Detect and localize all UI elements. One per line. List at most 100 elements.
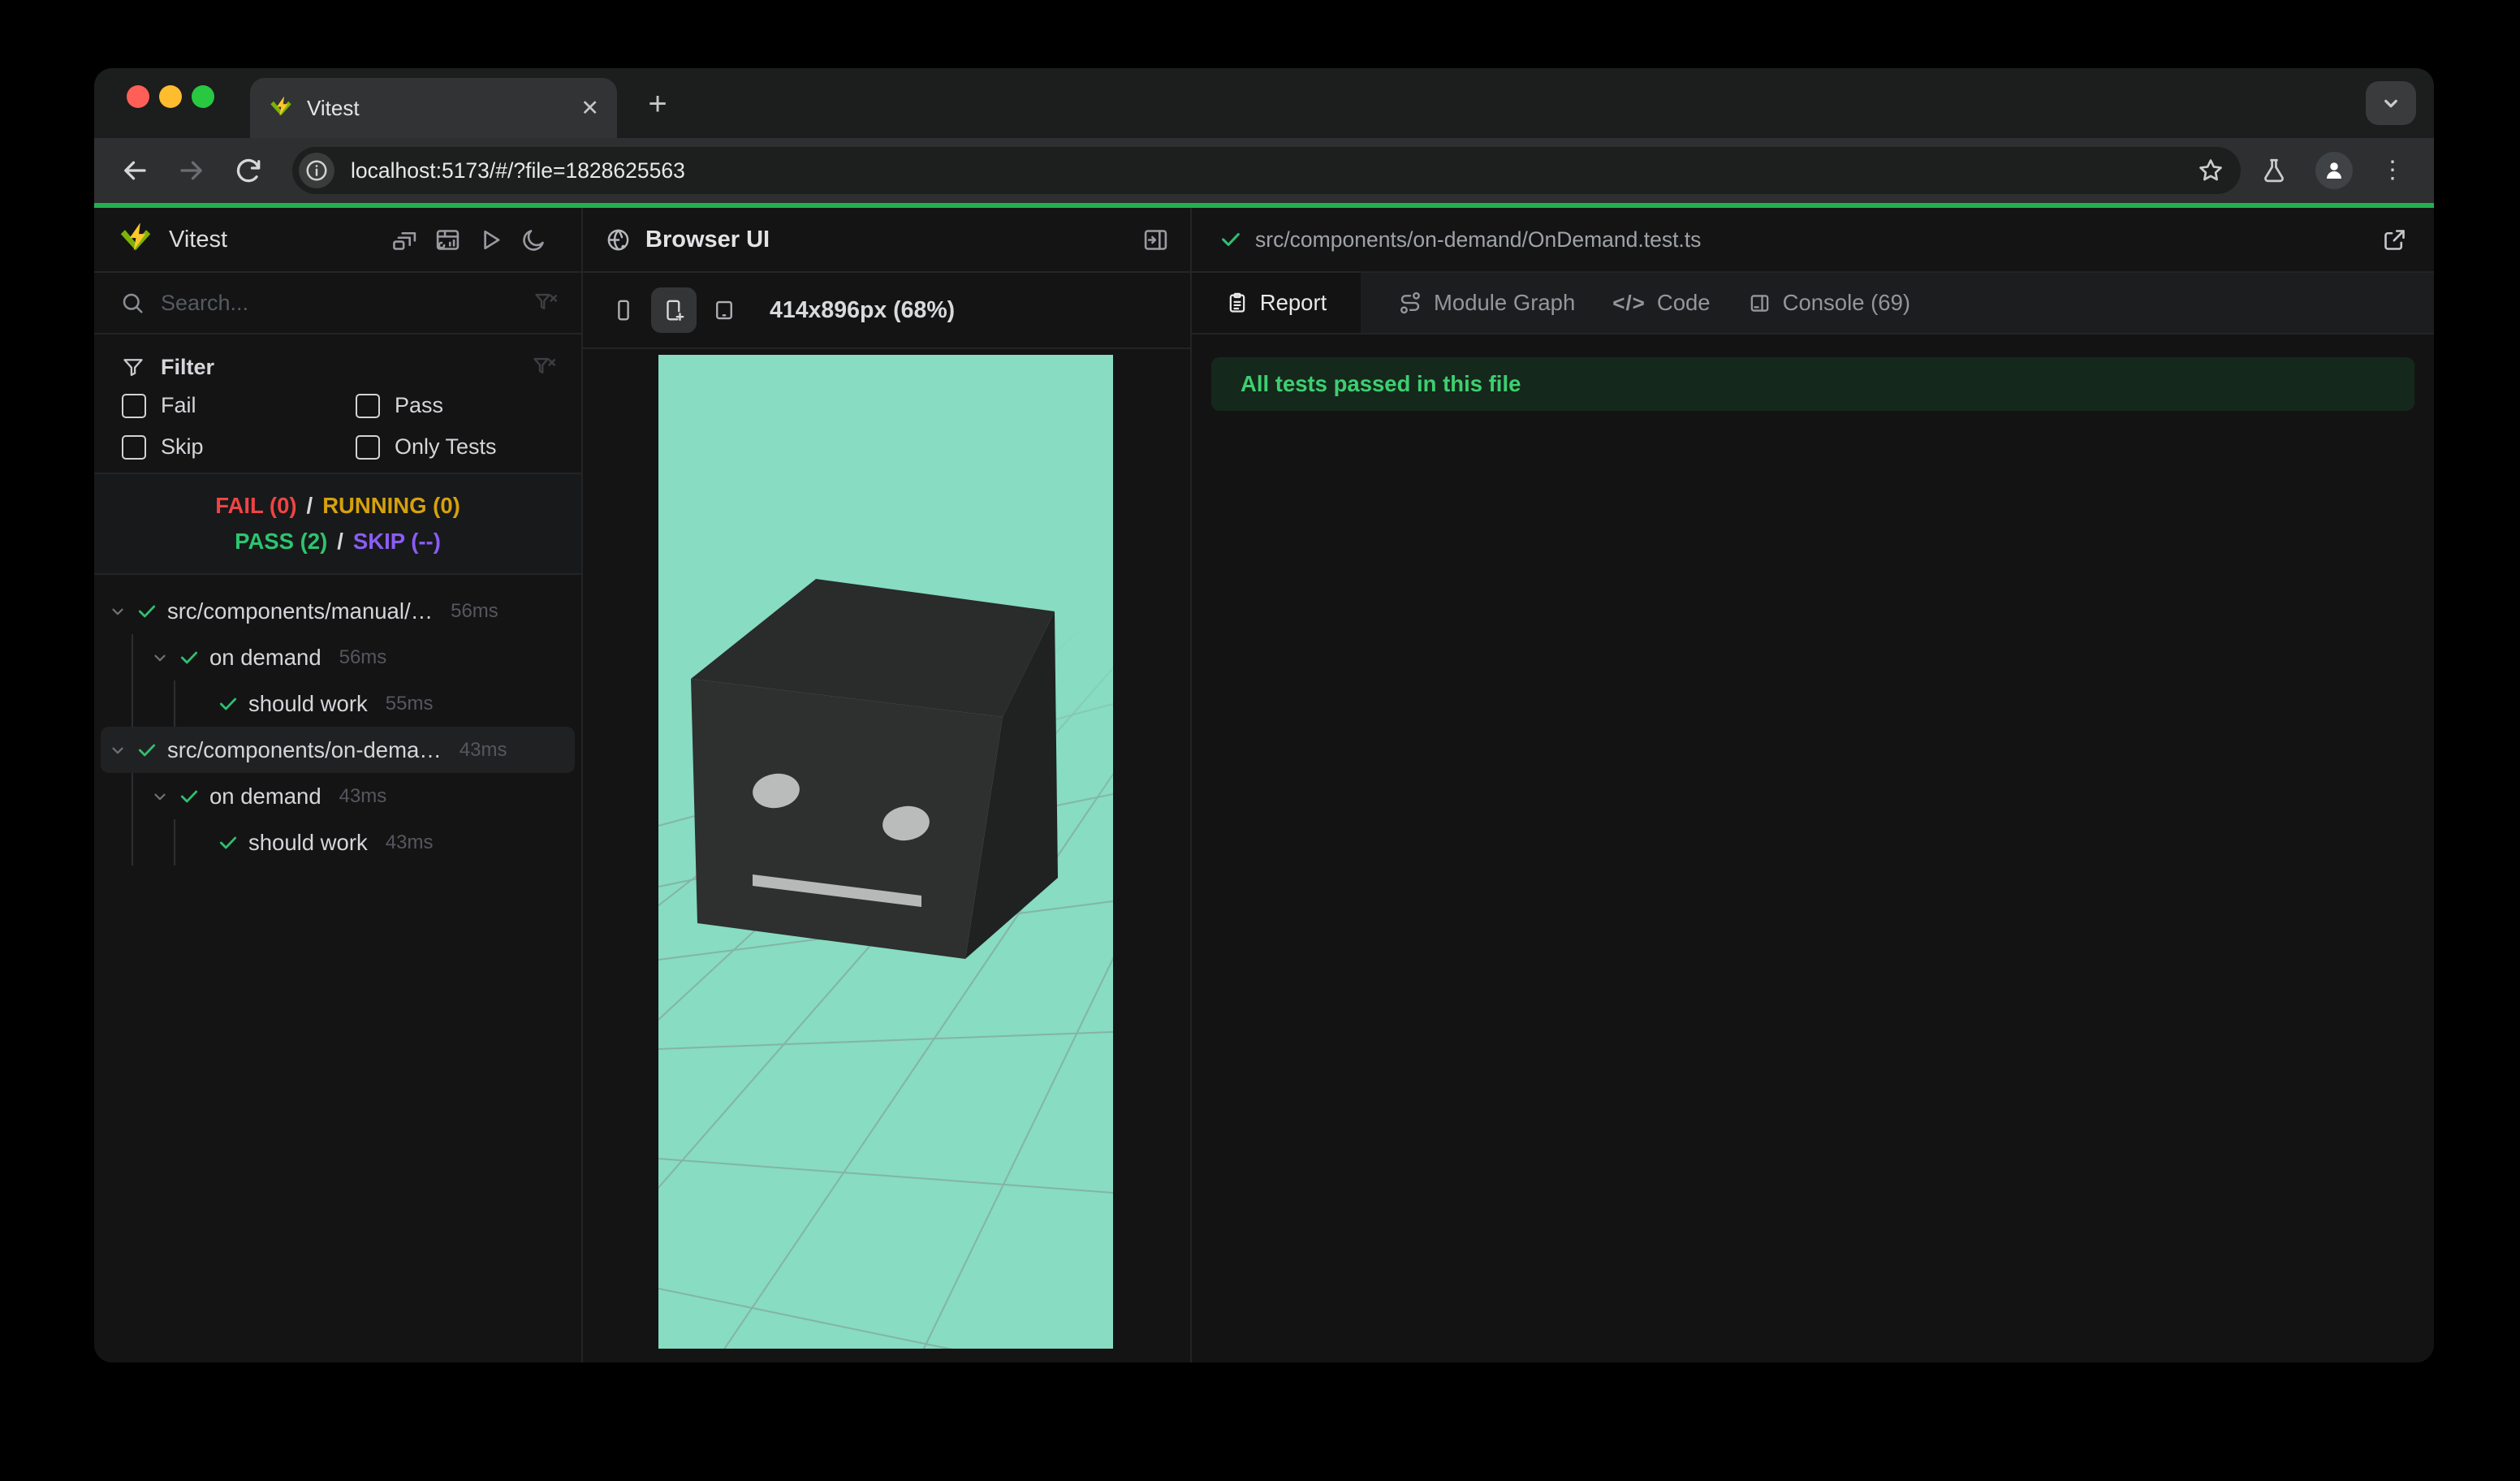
browser-window: Vitest ✕ + localhost:5173/#/?file=182862… bbox=[94, 68, 2434, 1362]
tab-module-graph[interactable]: Module Graph bbox=[1398, 273, 1575, 333]
bookmark-star-button[interactable] bbox=[2197, 157, 2224, 184]
open-in-editor-button[interactable] bbox=[2381, 227, 2408, 253]
chevron-down-icon[interactable] bbox=[151, 649, 169, 667]
test-duration: 56ms bbox=[451, 599, 498, 622]
tab-label: Module Graph bbox=[1434, 290, 1576, 315]
url-text[interactable]: localhost:5173/#/?file=1828625563 bbox=[351, 158, 2197, 184]
experiments-button[interactable] bbox=[2260, 157, 2288, 184]
search-icon bbox=[123, 293, 143, 313]
browser-tab[interactable]: Vitest ✕ bbox=[250, 78, 617, 138]
pass-count: PASS (2) bbox=[235, 529, 328, 554]
star-icon bbox=[2199, 159, 2222, 181]
test-label: on demand bbox=[209, 644, 321, 670]
results-header: src/components/on-demand/OnDemand.test.t… bbox=[1192, 208, 2434, 273]
tab-report[interactable]: Report bbox=[1192, 273, 1361, 333]
test-duration: 43ms bbox=[339, 784, 387, 807]
dark-mode-toggle[interactable] bbox=[520, 227, 547, 253]
browser-panel-header: Browser UI bbox=[583, 208, 1190, 273]
test-label: should work bbox=[248, 690, 368, 716]
sidebar-header: Vitest bbox=[94, 208, 581, 273]
status-line-1: FAIL (0) / RUNNING (0) bbox=[215, 493, 460, 519]
forward-button[interactable] bbox=[172, 151, 211, 190]
filter-option-fail: Fail bbox=[122, 393, 356, 418]
all-tests-passed-banner: All tests passed in this file bbox=[1211, 357, 2414, 411]
smartphone-plus-icon bbox=[667, 300, 684, 322]
address-bar[interactable]: localhost:5173/#/?file=1828625563 bbox=[292, 147, 2241, 194]
tree-row-test[interactable]: should work 43ms bbox=[94, 819, 581, 866]
clear-filter-icon[interactable] bbox=[534, 291, 559, 315]
back-button[interactable] bbox=[115, 151, 154, 190]
dock-panel-button[interactable] bbox=[1142, 227, 1169, 253]
only-tests-label[interactable]: Only Tests bbox=[395, 434, 497, 460]
tab-close-icon[interactable]: ✕ bbox=[580, 97, 599, 119]
banner-text: All tests passed in this file bbox=[1241, 371, 1521, 396]
tester-viewport[interactable] bbox=[658, 355, 1113, 1349]
run-all-button[interactable] bbox=[477, 227, 504, 253]
tab-label: Console (69) bbox=[1782, 290, 1911, 315]
chevron-down-icon[interactable] bbox=[109, 602, 127, 620]
fail-count: FAIL (0) bbox=[215, 493, 297, 518]
filter-option-skip: Skip bbox=[122, 434, 356, 460]
skip-label[interactable]: Skip bbox=[161, 434, 204, 460]
preset-large-mobile-button[interactable] bbox=[651, 287, 697, 333]
fail-checkbox[interactable] bbox=[122, 393, 146, 418]
dashboard-button[interactable] bbox=[434, 227, 461, 253]
reload-button[interactable] bbox=[229, 151, 268, 190]
tree-row-file-selected[interactable]: src/components/on-dema… 43ms bbox=[101, 727, 575, 773]
filter-header: Filter bbox=[94, 346, 581, 388]
traffic-light-minimize[interactable] bbox=[159, 85, 182, 108]
traffic-light-close[interactable] bbox=[127, 85, 149, 108]
code-brackets-icon: </> bbox=[1612, 290, 1646, 315]
search-row bbox=[94, 273, 581, 335]
tablet-icon bbox=[716, 300, 732, 320]
status-separator: / bbox=[337, 529, 343, 554]
clear-filter-icon[interactable] bbox=[533, 355, 557, 379]
detail-view-button[interactable] bbox=[391, 227, 418, 253]
site-info-button[interactable] bbox=[299, 153, 334, 188]
test-label: should work bbox=[248, 829, 368, 855]
tab-search-button[interactable] bbox=[2366, 81, 2416, 125]
sidebar: Vitest Search... Filter Fail Pass Skip O… bbox=[94, 208, 583, 1362]
test-duration: 43ms bbox=[459, 738, 507, 761]
address-toolbar: localhost:5173/#/?file=1828625563 ⋮ bbox=[94, 138, 2434, 203]
new-tab-button[interactable]: + bbox=[636, 83, 679, 125]
tab-console[interactable]: Console (69) bbox=[1748, 273, 1910, 333]
pass-check-icon bbox=[219, 697, 237, 710]
indent-guide bbox=[174, 819, 175, 866]
fail-label[interactable]: Fail bbox=[161, 393, 196, 418]
tab-title: Vitest bbox=[307, 95, 360, 120]
dashboard-icon bbox=[436, 229, 460, 250]
pass-checkbox[interactable] bbox=[356, 393, 380, 418]
vitest-app: Vitest Search... Filter Fail Pass Skip O… bbox=[94, 208, 2434, 1362]
preset-small-mobile-button[interactable] bbox=[601, 287, 646, 333]
search-input[interactable] bbox=[161, 290, 534, 316]
viewport-toolbar: 414x896px (68%) bbox=[583, 273, 1190, 349]
chevron-down-icon[interactable] bbox=[151, 788, 169, 805]
panel-right-icon bbox=[1144, 229, 1167, 250]
status-separator: / bbox=[306, 493, 313, 518]
tab-code[interactable]: </> Code bbox=[1612, 273, 1710, 333]
chevron-down-icon[interactable] bbox=[109, 741, 127, 759]
tree-row-suite[interactable]: on demand 56ms bbox=[94, 634, 581, 680]
traffic-light-zoom[interactable] bbox=[192, 85, 214, 108]
pass-label[interactable]: Pass bbox=[395, 393, 443, 418]
skip-checkbox[interactable] bbox=[122, 434, 146, 460]
pass-check-icon bbox=[138, 605, 156, 617]
skip-count: SKIP (--) bbox=[352, 529, 441, 554]
tree-row-test[interactable]: should work 55ms bbox=[94, 680, 581, 727]
browser-menu-button[interactable]: ⋮ bbox=[2380, 158, 2405, 183]
viewport-area bbox=[583, 349, 1190, 1362]
toolbar-right-actions: ⋮ bbox=[2260, 152, 2413, 189]
indent-guide bbox=[132, 634, 133, 727]
pass-check-icon bbox=[1222, 233, 1240, 246]
tree-row-suite[interactable]: on demand 43ms bbox=[94, 773, 581, 819]
only-tests-checkbox[interactable] bbox=[356, 434, 380, 460]
vitest-favicon-icon bbox=[268, 95, 294, 121]
preset-tablet-button[interactable] bbox=[701, 287, 747, 333]
indent-guide bbox=[132, 773, 133, 866]
profile-button[interactable] bbox=[2315, 152, 2353, 189]
test-label: src/components/on-dema… bbox=[167, 736, 442, 762]
running-count: RUNNING (0) bbox=[322, 493, 460, 518]
rendered-3d-scene bbox=[658, 355, 1113, 1349]
tree-row-file[interactable]: src/components/manual/… 56ms bbox=[94, 588, 581, 634]
